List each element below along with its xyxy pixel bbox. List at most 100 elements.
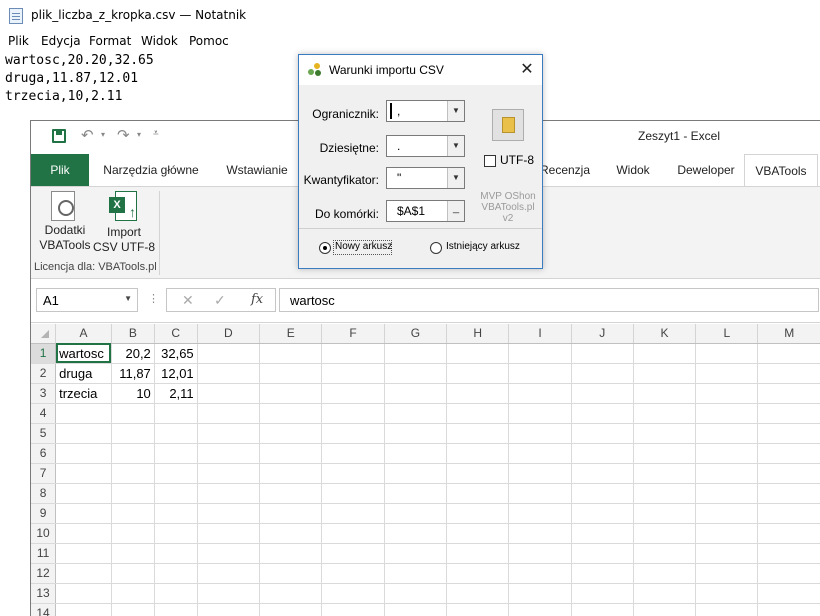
cell[interactable]: [695, 523, 759, 544]
cell[interactable]: [571, 383, 634, 404]
column-header-e[interactable]: E: [259, 324, 323, 344]
row-header[interactable]: 8: [31, 483, 57, 504]
cell[interactable]: [757, 523, 820, 544]
cell[interactable]: [384, 603, 448, 616]
tab-widok[interactable]: Widok: [605, 154, 661, 186]
cell[interactable]: [757, 403, 820, 424]
cell[interactable]: [111, 403, 155, 424]
cell[interactable]: [757, 463, 820, 484]
cell[interactable]: [633, 343, 697, 364]
cell[interactable]: [695, 603, 759, 616]
cell[interactable]: [321, 543, 385, 564]
cell[interactable]: [259, 423, 323, 444]
cell[interactable]: [695, 403, 759, 424]
cell[interactable]: 12,01: [154, 363, 198, 384]
cell[interactable]: [259, 503, 323, 524]
cell[interactable]: [55, 423, 112, 444]
redo-dropdown-icon[interactable]: ▾: [137, 130, 141, 139]
cell[interactable]: [571, 443, 634, 464]
undo-icon[interactable]: ↶: [81, 126, 94, 144]
chevron-down-icon[interactable]: ▼: [447, 168, 464, 188]
cell[interactable]: [197, 483, 261, 504]
cell[interactable]: [55, 443, 112, 464]
cell[interactable]: [571, 483, 634, 504]
cell[interactable]: [259, 543, 323, 564]
chevron-down-icon[interactable]: ▼: [447, 136, 464, 156]
cell[interactable]: [197, 523, 261, 544]
tab-plik[interactable]: Plik: [31, 154, 89, 186]
cell[interactable]: [197, 543, 261, 564]
cell[interactable]: [321, 603, 385, 616]
menu-edycja[interactable]: Edycja: [41, 34, 81, 48]
cell[interactable]: [321, 563, 385, 584]
cell[interactable]: [197, 583, 261, 604]
cell[interactable]: [384, 403, 448, 424]
cell[interactable]: [633, 563, 697, 584]
cell[interactable]: [446, 503, 510, 524]
cell[interactable]: [154, 603, 198, 616]
cell[interactable]: [197, 383, 261, 404]
cell[interactable]: [111, 583, 155, 604]
cell[interactable]: [508, 503, 572, 524]
cell[interactable]: [508, 443, 572, 464]
column-header-b[interactable]: B: [111, 324, 155, 344]
cell[interactable]: [111, 563, 155, 584]
cell[interactable]: [757, 503, 820, 524]
cell[interactable]: [321, 523, 385, 544]
menu-pomoc[interactable]: Pomoc: [189, 34, 229, 48]
spreadsheet-grid[interactable]: A B C D E F G H I J K L M 1 wartosc 20,2 32…: [31, 324, 820, 616]
cell[interactable]: [154, 403, 198, 424]
cell[interactable]: [571, 403, 634, 424]
cell[interactable]: [259, 583, 323, 604]
cell[interactable]: [446, 423, 510, 444]
cell[interactable]: [259, 343, 323, 364]
cell[interactable]: 10: [111, 383, 155, 404]
column-header-a[interactable]: A: [55, 324, 112, 344]
cell[interactable]: [508, 543, 572, 564]
cell[interactable]: [111, 463, 155, 484]
cell[interactable]: [321, 363, 385, 384]
cell[interactable]: [508, 583, 572, 604]
row-header[interactable]: 3: [31, 383, 57, 404]
row-header[interactable]: 14: [31, 603, 57, 616]
cell[interactable]: [508, 463, 572, 484]
cell[interactable]: [446, 603, 510, 616]
cell[interactable]: [757, 563, 820, 584]
cell[interactable]: [757, 443, 820, 464]
column-header-c[interactable]: C: [154, 324, 198, 344]
cell[interactable]: [633, 363, 697, 384]
column-header-g[interactable]: G: [384, 324, 448, 344]
row-header[interactable]: 11: [31, 543, 57, 564]
menu-format[interactable]: Format: [89, 34, 131, 48]
cell[interactable]: [446, 383, 510, 404]
menu-widok[interactable]: Widok: [141, 34, 178, 48]
cell[interactable]: [259, 363, 323, 384]
cell[interactable]: [571, 343, 634, 364]
drag-handle-icon[interactable]: ⋮: [148, 292, 159, 305]
row-header[interactable]: 10: [31, 523, 57, 544]
cell[interactable]: [633, 463, 697, 484]
cell[interactable]: [695, 343, 759, 364]
cell[interactable]: [197, 423, 261, 444]
cell[interactable]: [446, 463, 510, 484]
cell[interactable]: [384, 343, 448, 364]
cell[interactable]: [571, 423, 634, 444]
row-header[interactable]: 5: [31, 423, 57, 444]
cell[interactable]: [154, 483, 198, 504]
cell[interactable]: [384, 563, 448, 584]
cell[interactable]: [757, 383, 820, 404]
chevron-down-icon[interactable]: ▼: [447, 101, 464, 121]
cell[interactable]: [757, 483, 820, 504]
row-header[interactable]: 12: [31, 563, 57, 584]
tab-wstawianie[interactable]: Wstawianie: [217, 154, 297, 186]
cell[interactable]: [259, 603, 323, 616]
cell[interactable]: [757, 343, 820, 364]
row-header[interactable]: 9: [31, 503, 57, 524]
close-icon[interactable]: ✕: [512, 55, 542, 85]
cell[interactable]: [695, 443, 759, 464]
cell[interactable]: [259, 403, 323, 424]
istniejacy-arkusz-radio[interactable]: [430, 242, 442, 254]
cell[interactable]: [154, 423, 198, 444]
tab-narzedzia-glowne[interactable]: Narzędzia główne: [93, 154, 209, 186]
cell[interactable]: 2,11: [154, 383, 198, 404]
